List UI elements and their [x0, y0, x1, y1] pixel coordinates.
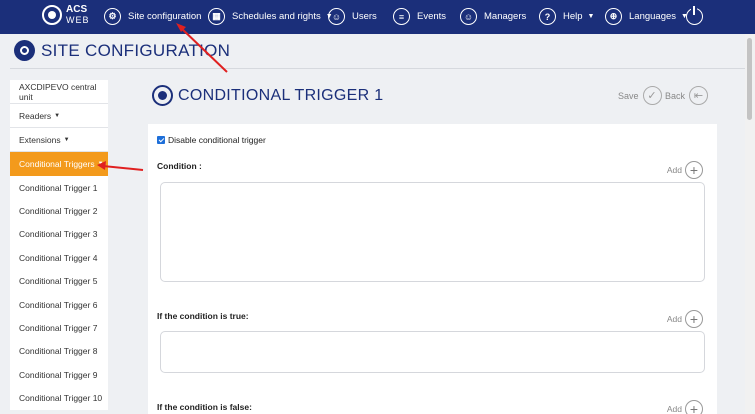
sidebar-subitem-trigger-4[interactable]: Conditional Trigger 4 — [10, 246, 108, 270]
sidebar: AXCDIPEVO central unit Readers ▼ Extensi… — [10, 80, 108, 410]
sidebar-subitem-label: Conditional Trigger 2 — [19, 206, 98, 217]
add-condition-button[interactable]: Add + — [667, 161, 703, 179]
scrollbar-thumb[interactable] — [747, 38, 752, 120]
sidebar-subitem-trigger-5[interactable]: Conditional Trigger 5 — [10, 269, 108, 293]
caret-down-icon: ▼ — [587, 13, 595, 20]
sidebar-item-central-unit[interactable]: AXCDIPEVO central unit — [10, 80, 108, 104]
add-label: Add — [666, 404, 682, 414]
nav-label: Managers — [484, 11, 527, 22]
add-label: Add — [666, 314, 682, 324]
nav-label: Users — [352, 11, 377, 22]
nav-label: Help — [563, 11, 583, 22]
nav-site-configuration[interactable]: ⚙ Site configuration — [104, 8, 201, 25]
nav-label: Events — [417, 11, 447, 22]
sidebar-subitem-trigger-10[interactable]: Conditional Trigger 10 — [10, 386, 108, 410]
add-false-action-button[interactable]: Add + — [667, 400, 703, 414]
caret-down-icon: ▼ — [97, 161, 104, 167]
sidebar-item-label: AXCDIPEVO central unit — [19, 81, 97, 102]
sidebar-subitem-label: Conditional Trigger 4 — [19, 252, 98, 263]
sidebar-subitem-label: Conditional Trigger 7 — [19, 323, 98, 334]
sidebar-subitem-trigger-2[interactable]: Conditional Trigger 2 — [10, 199, 108, 223]
sidebar-subitem-label: Conditional Trigger 1 — [19, 182, 98, 193]
add-true-action-button[interactable]: Add + — [667, 310, 703, 328]
nav-languages[interactable]: ⊕ Languages ▼ — [605, 8, 688, 25]
sidebar-subitem-label: Conditional Trigger 3 — [19, 229, 98, 240]
add-label: Add — [666, 165, 682, 175]
sidebar-subitem-trigger-9[interactable]: Conditional Trigger 9 — [10, 363, 108, 387]
save-label: Save — [618, 90, 639, 101]
if-false-label: If the condition is false: — [157, 402, 252, 412]
user-icon: ☺ — [328, 8, 345, 25]
list-icon: ≡ — [393, 8, 410, 25]
sidebar-subitem-label: Conditional Trigger 5 — [19, 276, 98, 287]
sidebar-subitem-trigger-1[interactable]: Conditional Trigger 1 — [10, 176, 108, 200]
main-header: CONDITIONAL TRIGGER 1 — [152, 85, 383, 106]
sidebar-subitem-label: Conditional Trigger 6 — [19, 299, 98, 310]
globe-icon: ⊕ — [605, 8, 622, 25]
nav-schedules-rights[interactable]: ▦ Schedules and rights ▼ — [208, 8, 333, 25]
main-title: CONDITIONAL TRIGGER 1 — [178, 86, 384, 104]
caret-down-icon: ▼ — [63, 136, 70, 143]
nav-events[interactable]: ≡ Events — [393, 8, 446, 25]
back-button[interactable]: Back ⇤ — [665, 86, 709, 105]
checkbox-checked-icon[interactable] — [157, 136, 165, 144]
header-divider — [10, 68, 745, 69]
sidebar-item-label: Conditional Triggers — [19, 159, 95, 169]
sidebar-subitem-trigger-7[interactable]: Conditional Trigger 7 — [10, 316, 108, 340]
back-arrow-icon: ⇤ — [689, 86, 709, 105]
logout-power-icon[interactable] — [686, 6, 703, 25]
back-label: Back — [665, 90, 686, 101]
manager-icon: ☺ — [460, 8, 477, 25]
nav-label: Languages — [629, 11, 677, 22]
calendar-icon: ▦ — [208, 8, 225, 25]
sidebar-subitem-trigger-3[interactable]: Conditional Trigger 3 — [10, 222, 108, 247]
save-button[interactable]: Save ✓ — [618, 86, 662, 105]
sidebar-item-label: Extensions — [19, 134, 61, 145]
help-icon: ? — [539, 8, 556, 25]
page-scrollbar[interactable] — [745, 34, 755, 414]
nav-label: Site configuration — [128, 11, 202, 22]
settings-icon — [14, 40, 35, 61]
trigger-form-panel: Disable conditional trigger Condition : … — [148, 124, 717, 414]
plus-icon: + — [685, 161, 703, 179]
sidebar-item-readers[interactable]: Readers ▼ — [10, 104, 108, 128]
page-header: SITE CONFIGURATION — [14, 40, 230, 61]
page-title: SITE CONFIGURATION — [41, 40, 231, 60]
sidebar-subitem-label: Conditional Trigger 9 — [19, 369, 98, 380]
condition-label: Condition : — [157, 161, 202, 171]
sidebar-subitem-label: Conditional Trigger 10 — [19, 393, 103, 404]
caret-down-icon: ▼ — [54, 112, 61, 119]
sidebar-item-label: Readers — [19, 110, 52, 121]
acs-web-logo[interactable]: ACS WEB — [42, 5, 90, 25]
nav-label: Schedules and rights — [232, 11, 321, 22]
sidebar-item-conditional-triggers[interactable]: Conditional Triggers ▼ — [10, 152, 108, 176]
trigger-settings-icon — [152, 85, 173, 106]
checkmark-icon: ✓ — [642, 86, 662, 105]
if-true-actions-area[interactable] — [160, 331, 705, 373]
logo-text-line2: WEB — [66, 15, 90, 25]
nav-managers[interactable]: ☺ Managers — [460, 8, 526, 25]
sidebar-subitem-label: Conditional Trigger 8 — [19, 346, 98, 357]
top-navbar: ACS WEB ⚙ Site configuration ▦ Schedules… — [0, 0, 755, 34]
gear-icon: ⚙ — [104, 8, 121, 25]
annotation-arrow-sidebar — [102, 165, 144, 171]
disable-trigger-checkbox[interactable]: Disable conditional trigger — [157, 135, 266, 145]
checkbox-label: Disable conditional trigger — [168, 135, 266, 145]
plus-icon: + — [685, 400, 703, 414]
condition-area[interactable] — [160, 182, 705, 282]
nav-help[interactable]: ? Help ▼ — [539, 8, 594, 25]
sidebar-item-extensions[interactable]: Extensions ▼ — [10, 128, 108, 152]
nav-users[interactable]: ☺ Users — [328, 8, 377, 25]
sidebar-subitem-trigger-6[interactable]: Conditional Trigger 6 — [10, 292, 108, 317]
sidebar-subitem-trigger-8[interactable]: Conditional Trigger 8 — [10, 339, 108, 364]
plus-icon: + — [685, 310, 703, 328]
if-true-label: If the condition is true: — [157, 311, 249, 321]
logo-icon — [42, 5, 62, 25]
logo-text-line1: ACS — [66, 4, 88, 15]
